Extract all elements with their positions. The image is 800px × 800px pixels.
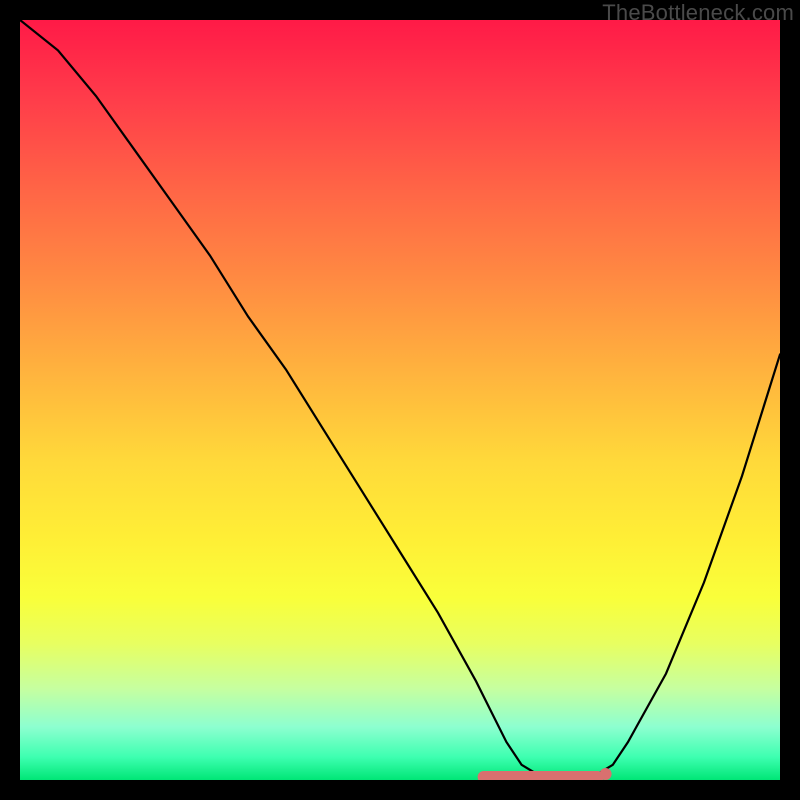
plot-area — [20, 20, 780, 780]
flat-minimum-marker — [484, 768, 612, 780]
chart-frame: TheBottleneck.com — [0, 0, 800, 800]
bottleneck-curve — [20, 20, 780, 778]
curve-layer — [20, 20, 780, 780]
